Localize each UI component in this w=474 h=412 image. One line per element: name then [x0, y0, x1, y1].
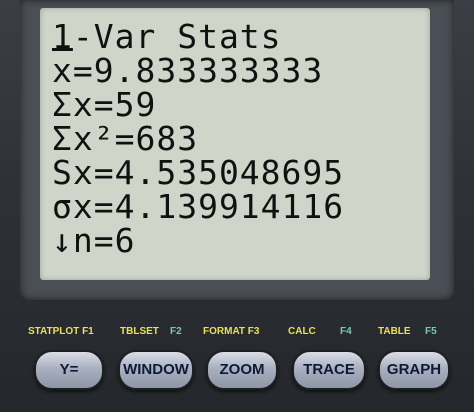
graph-button[interactable]: GRAPH	[378, 350, 450, 390]
y-equals-button[interactable]: Y=	[34, 350, 104, 390]
stats-title: 1-Var Stats	[52, 17, 282, 56]
population-stdev-line: σx=4.139914116	[52, 187, 345, 226]
calc-label: CALC	[288, 326, 316, 337]
sample-stdev-line: Sx=4.535048695	[52, 153, 345, 192]
format-label: FORMAT F3	[203, 326, 260, 337]
trace-button[interactable]: TRACE	[292, 350, 366, 390]
f5-label: F5	[425, 326, 437, 337]
sum-x-line: Σx=59	[52, 85, 157, 124]
function-key-labels: STATPLOT F1 TBLSET F2 FORMAT F3 CALC F4 …	[0, 326, 474, 344]
mean-line: x=9.833333333	[52, 54, 323, 87]
f4-label: F4	[340, 326, 352, 337]
tblset-label: TBLSET	[120, 326, 159, 337]
table-label: TABLE	[378, 326, 411, 337]
calculator-screen: 1-Var Stats x=9.833333333 Σx=59 Σx²=683 …	[40, 8, 430, 280]
zoom-button[interactable]: ZOOM	[206, 350, 278, 390]
window-button[interactable]: WINDOW	[118, 350, 194, 390]
count-line: ↓n=6	[52, 221, 136, 260]
sum-x-squared-line: Σx²=683	[52, 119, 199, 158]
statplot-label: STATPLOT F1	[28, 326, 94, 337]
f2-label: F2	[170, 326, 182, 337]
